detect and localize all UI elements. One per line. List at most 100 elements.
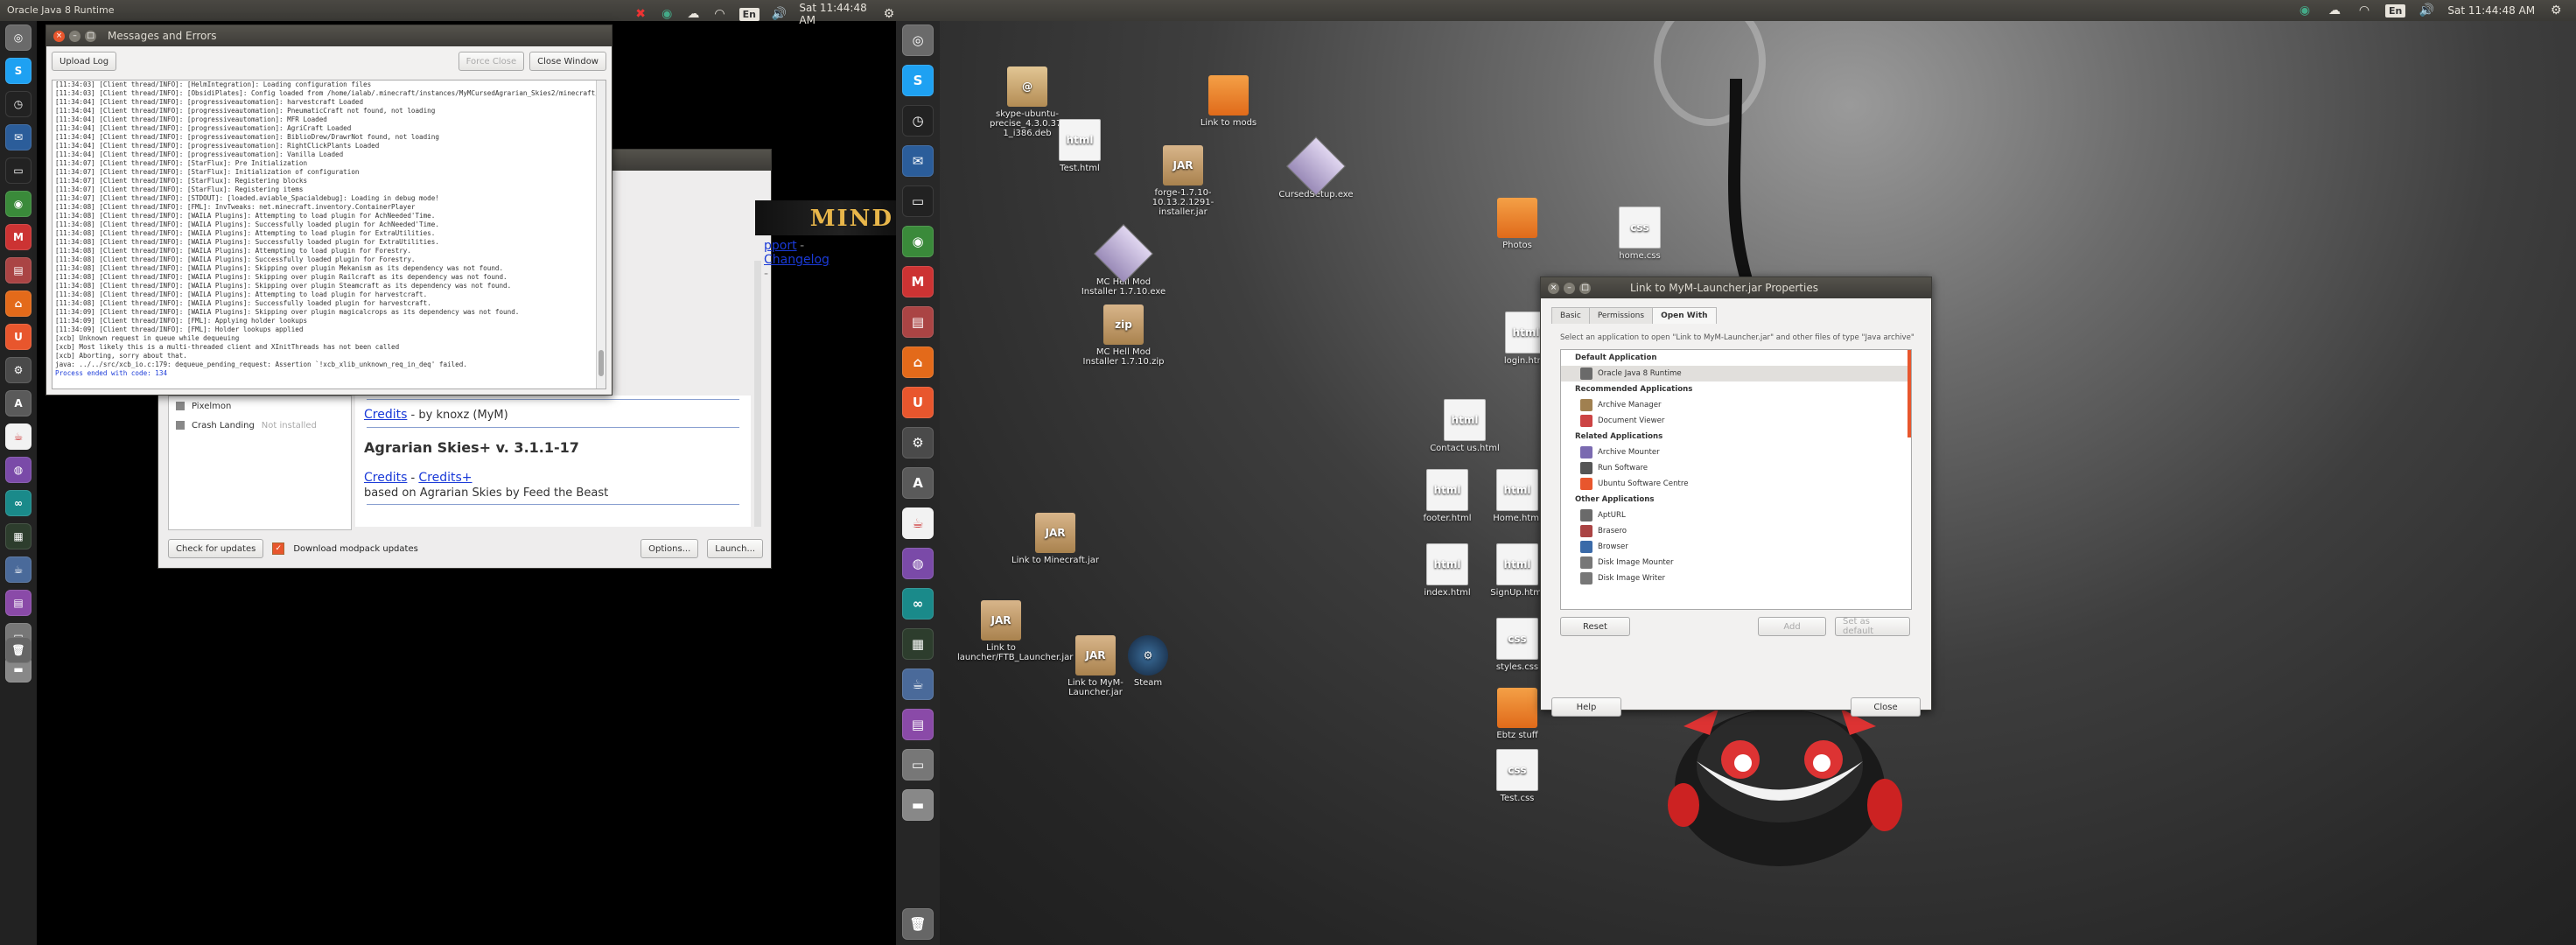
tab-open-with[interactable]: Open With <box>1652 307 1717 324</box>
trash-icon[interactable]: 🗑 <box>5 637 32 663</box>
messages-titlebar[interactable]: × – □ Messages and Errors <box>46 25 612 46</box>
tab-basic[interactable]: Basic <box>1551 307 1590 324</box>
pack-row-pixelmon[interactable]: Pixelmon <box>169 396 351 416</box>
java-icon[interactable]: ☕ <box>902 508 934 539</box>
orange-app-icon[interactable]: ⌂ <box>5 290 32 317</box>
close-icon[interactable]: × <box>53 30 65 42</box>
set-default-button[interactable]: Set as default <box>1835 617 1910 636</box>
app-list-item[interactable]: Document Viewer <box>1561 413 1911 429</box>
launch-button[interactable]: Launch... <box>707 539 763 558</box>
chrome-icon[interactable]: ◉ <box>660 5 674 23</box>
desktop-icon-box[interactable]: zip MC Hell Mod Installer 1.7.10.zip <box>1080 304 1167 367</box>
settings-icon[interactable]: ⚙ <box>902 427 934 458</box>
monitor-icon[interactable]: ▦ <box>902 628 934 660</box>
dash-icon[interactable]: ◎ <box>902 24 934 56</box>
app-list-item[interactable]: AptURL <box>1561 508 1911 523</box>
desktop-icon-folder[interactable]: Photos <box>1474 198 1561 250</box>
desktop-icon-doc[interactable]: html Test.html <box>1036 119 1124 173</box>
desktop-icon-folder[interactable]: Link to mods <box>1185 75 1272 128</box>
desktop-icon-box[interactable]: JAR Link to Minecraft.jar <box>1012 513 1099 565</box>
reset-button[interactable]: Reset <box>1560 617 1630 636</box>
chrome-icon[interactable]: ◉ <box>5 191 32 217</box>
settings-icon[interactable]: ⚙ <box>5 357 32 383</box>
purple-disk-icon[interactable]: ▤ <box>5 590 32 616</box>
options-button[interactable]: Options... <box>640 539 699 558</box>
updater-icon[interactable]: A <box>5 390 32 416</box>
volume-icon[interactable]: 🔊 <box>2418 2 2435 19</box>
purple-app-icon[interactable]: ◍ <box>902 548 934 579</box>
clock[interactable]: Sat 11:44:48 AM <box>799 2 870 26</box>
java-blue-icon[interactable]: ☕ <box>902 668 934 700</box>
updater-icon[interactable]: A <box>902 467 934 499</box>
thunderbird-icon[interactable]: ✉ <box>5 124 32 150</box>
pack-row-crash-landing[interactable]: Crash Landing Not installed <box>169 416 351 435</box>
skype-icon[interactable]: S <box>902 65 934 96</box>
java-icon[interactable]: ☕ <box>5 424 32 450</box>
keyboard-layout-badge[interactable]: En <box>738 7 760 21</box>
purple-disk-icon[interactable]: ▤ <box>902 709 934 740</box>
disk-icon[interactable]: ▭ <box>902 749 934 780</box>
credits-plus-link[interactable]: Credits+ <box>418 471 472 485</box>
app-list-item[interactable]: Ubuntu Software Centre <box>1561 476 1911 492</box>
gmail-icon[interactable]: M <box>5 224 32 250</box>
ubuntu-one-icon[interactable]: U <box>902 387 934 418</box>
close-icon[interactable]: × <box>1548 282 1559 294</box>
chrome-icon[interactable]: ◉ <box>902 226 934 257</box>
log-scrollbar[interactable] <box>596 80 606 388</box>
add-button[interactable]: Add <box>1758 617 1826 636</box>
ubuntu-one-icon[interactable]: U <box>5 324 32 350</box>
app-list-item[interactable]: Archive Manager <box>1561 397 1911 413</box>
java-blue-icon[interactable]: ☕ <box>5 556 32 583</box>
clock-icon[interactable]: ◷ <box>902 105 934 136</box>
dash-icon[interactable]: ◎ <box>5 24 32 51</box>
info-scrollbar[interactable] <box>754 261 761 527</box>
application-list[interactable]: Default Application Oracle Java 8 Runtime… <box>1560 349 1912 610</box>
gmail-icon[interactable]: M <box>902 266 934 298</box>
minimize-icon[interactable]: – <box>69 30 80 42</box>
desktop-icon-diamond[interactable]: CursedSetup.exe <box>1272 136 1360 200</box>
app-list-item[interactable]: Brasero <box>1561 523 1911 539</box>
close-window-button[interactable]: Close Window <box>529 52 606 71</box>
close-button[interactable]: Close <box>1851 697 1921 717</box>
arduino-icon[interactable]: ∞ <box>5 490 32 516</box>
clock-icon[interactable]: ◷ <box>5 91 32 117</box>
gear-icon[interactable]: ⚙ <box>882 5 896 23</box>
upload-log-button[interactable]: Upload Log <box>52 52 117 71</box>
desktop-icon-box[interactable]: JAR forge-1.7.10-10.13.2.1291-installer.j… <box>1139 145 1227 217</box>
desktop-icon-box[interactable]: JAR Link to launcher/FTB_Launcher.jar <box>957 600 1073 662</box>
maximize-icon[interactable]: □ <box>85 30 96 42</box>
gear-icon[interactable]: ⚙ <box>2547 2 2565 19</box>
terminal-icon[interactable]: ▭ <box>5 158 32 184</box>
desktop-icon-doc[interactable]: html Contact us.html <box>1421 399 1508 453</box>
log-output[interactable]: [11:34:03] [Client thread/INFO]: [HelmIn… <box>52 80 606 389</box>
desktop-icon-doc[interactable]: css home.css <box>1596 206 1684 261</box>
desktop-icon-diamond[interactable]: MC Hell Mod Installer 1.7.10.exe <box>1080 224 1167 297</box>
red-app-icon[interactable]: ✖ <box>634 5 648 23</box>
drive-icon[interactable]: ▬ <box>902 789 934 821</box>
arduino-icon[interactable]: ∞ <box>902 588 934 620</box>
thunderbird-icon[interactable]: ✉ <box>902 145 934 177</box>
volume-icon[interactable]: 🔊 <box>772 5 787 23</box>
cloud-icon[interactable]: ☁ <box>686 5 700 23</box>
app-list-item[interactable]: Browser <box>1561 539 1911 555</box>
app-list-item[interactable]: Disk Image Mounter <box>1561 555 1911 570</box>
keyboard-layout-badge[interactable]: En <box>2385 4 2406 18</box>
trash-icon[interactable]: 🗑 <box>902 908 934 940</box>
help-button[interactable]: Help <box>1551 697 1621 717</box>
force-close-button[interactable]: Force Close <box>458 52 525 71</box>
credits-link-2[interactable]: Credits <box>364 471 407 485</box>
desktop-icon-steam[interactable]: ⚙ Steam <box>1104 635 1192 688</box>
app-list-item[interactable]: Archive Mounter <box>1561 444 1911 460</box>
maximize-icon[interactable]: □ <box>1579 282 1591 294</box>
properties-titlebar[interactable]: × – □ Link to MyM-Launcher.jar Propertie… <box>1541 277 1931 298</box>
changelog-link[interactable]: Changelog <box>764 253 830 267</box>
skype-icon[interactable]: S <box>5 58 32 84</box>
credits-link-1[interactable]: Credits <box>364 408 407 422</box>
minimize-icon[interactable]: – <box>1564 282 1575 294</box>
scroll-thumb[interactable] <box>598 350 604 376</box>
app-list-item[interactable]: Run Software <box>1561 460 1911 476</box>
terminal-icon[interactable]: ▭ <box>902 186 934 217</box>
purple-app-icon[interactable]: ◍ <box>5 457 32 483</box>
orange-app-icon[interactable]: ⌂ <box>902 346 934 378</box>
tab-permissions[interactable]: Permissions <box>1588 307 1654 324</box>
